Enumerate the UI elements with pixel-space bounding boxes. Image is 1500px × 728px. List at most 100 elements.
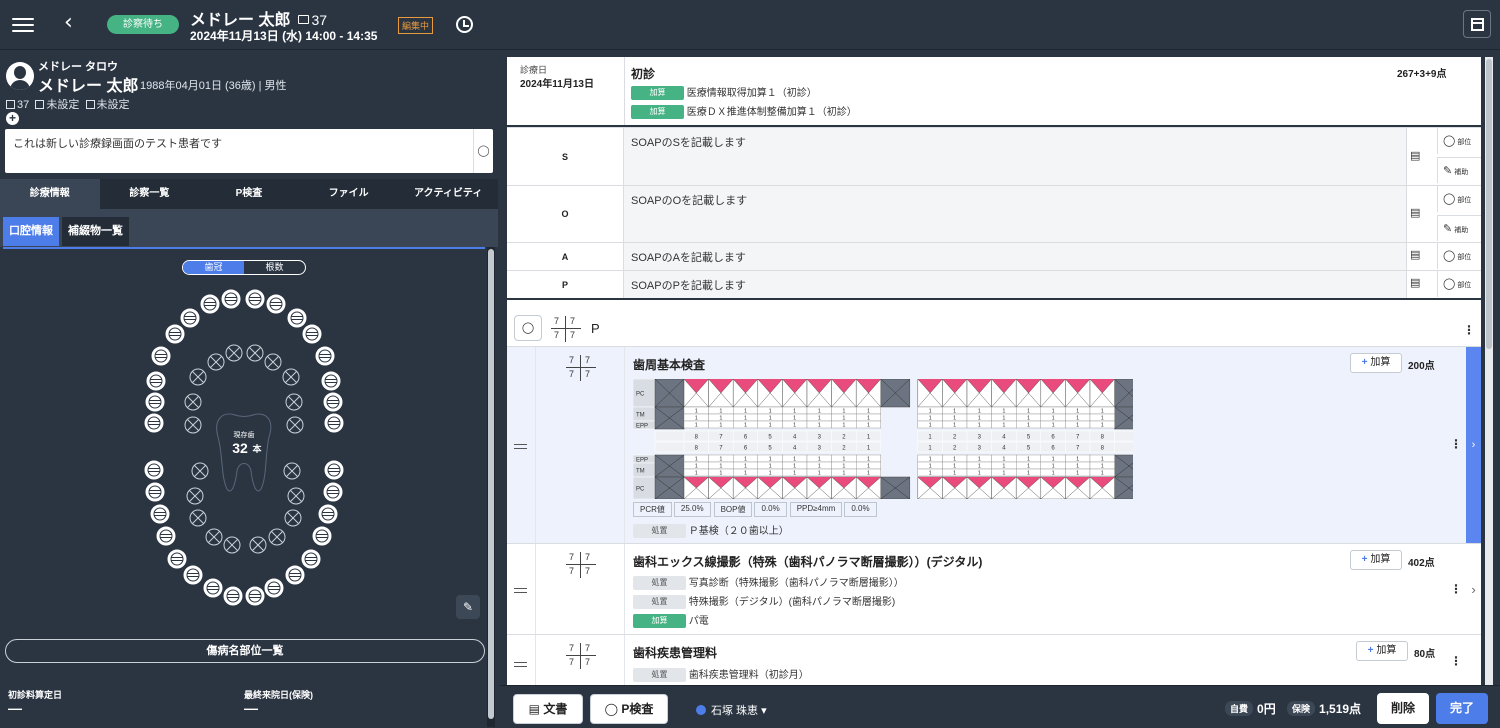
delete-button[interactable]: 削除 (1377, 693, 1429, 724)
pocket-depth-value[interactable]: 1 (769, 423, 772, 429)
pocket-depth-value[interactable]: 1 (953, 409, 956, 415)
pocket-depth-value[interactable]: 1 (1052, 423, 1055, 429)
pocket-depth-value[interactable]: 1 (1027, 464, 1030, 470)
pocket-depth-value[interactable]: 1 (793, 423, 796, 429)
pocket-depth-value[interactable]: 1 (719, 423, 722, 429)
tooth-icon[interactable] (144, 460, 164, 480)
more-icon[interactable]: ⋮ (1450, 654, 1462, 668)
soap-text[interactable]: SOAPのAを記載します (624, 243, 1406, 270)
back-icon[interactable]: ‹ (64, 10, 73, 35)
note-icon[interactable]: ▤ (1410, 149, 1430, 169)
tooth-icon[interactable] (287, 308, 307, 328)
pocket-depth-value[interactable]: 1 (695, 464, 698, 470)
tooth-icon[interactable] (245, 289, 265, 309)
deciduous-tooth-icon[interactable] (287, 487, 305, 505)
tooth-icon[interactable] (150, 504, 170, 524)
pocket-depth-value[interactable]: 1 (769, 457, 772, 463)
pocket-depth-value[interactable]: 1 (719, 416, 722, 422)
deciduous-tooth-icon[interactable] (283, 462, 301, 480)
pocket-depth-value[interactable]: 1 (1002, 416, 1005, 422)
deciduous-tooth-icon[interactable] (191, 462, 209, 480)
pocket-depth-value[interactable]: 1 (744, 471, 747, 477)
pocket-depth-value[interactable]: 1 (818, 409, 821, 415)
p-exam-button[interactable]: ◯ P検査 (590, 694, 668, 724)
pocket-depth-value[interactable]: 1 (1002, 457, 1005, 463)
pocket-depth-value[interactable]: 1 (1076, 457, 1079, 463)
tooth-icon[interactable] (315, 346, 335, 366)
pocket-depth-value[interactable]: 1 (1002, 464, 1005, 470)
note-icon[interactable]: ▤ (1410, 206, 1430, 226)
tooth-icon[interactable] (301, 549, 321, 569)
pocket-depth-value[interactable]: 1 (1052, 409, 1055, 415)
disease-site-list-button[interactable]: 傷病名部位一覧 (5, 639, 485, 663)
tooth-icon[interactable] (302, 324, 322, 344)
tooth-icon[interactable] (324, 460, 344, 480)
pocket-depth-value[interactable]: 1 (1002, 471, 1005, 477)
chevron-right-icon[interactable]: › (1466, 347, 1481, 544)
pocket-depth-value[interactable]: 1 (1101, 471, 1104, 477)
subtab-oral-info[interactable]: 口腔情報 (3, 217, 59, 246)
left-scrollbar[interactable] (487, 247, 495, 727)
pocket-depth-value[interactable]: 1 (978, 457, 981, 463)
assist-button[interactable]: ✎ 補助 (1437, 157, 1481, 183)
procedure-xray[interactable]: 77 77 歯科エックス線撮影（特殊（歯科パノラマ断層撮影））(デジタル) + 加… (507, 543, 1481, 634)
pocket-depth-value[interactable]: 1 (744, 409, 747, 415)
pocket-depth-value[interactable]: 1 (1002, 409, 1005, 415)
deciduous-tooth-icon[interactable] (264, 353, 282, 371)
pocket-depth-value[interactable]: 1 (978, 471, 981, 477)
tab-activity[interactable]: アクティビティ (398, 179, 498, 209)
pocket-depth-value[interactable]: 1 (978, 464, 981, 470)
assist-button[interactable]: ✎ 補助 (1437, 215, 1481, 241)
deciduous-tooth-icon[interactable] (184, 393, 202, 411)
note-icon[interactable]: ▤ (1410, 276, 1430, 296)
pocket-depth-value[interactable]: 1 (793, 457, 796, 463)
pocket-depth-value[interactable]: 1 (1076, 464, 1079, 470)
pocket-depth-value[interactable]: 1 (719, 471, 722, 477)
pocket-depth-value[interactable]: 1 (793, 464, 796, 470)
pocket-depth-value[interactable]: 1 (818, 416, 821, 422)
pocket-depth-value[interactable]: 1 (867, 471, 870, 477)
tooth-icon[interactable] (167, 549, 187, 569)
pocket-depth-value[interactable]: 1 (744, 423, 747, 429)
pocket-depth-value[interactable]: 1 (1076, 423, 1079, 429)
pocket-depth-value[interactable]: 1 (1052, 416, 1055, 422)
tooth-icon[interactable] (285, 565, 305, 585)
site-button[interactable]: ◯ 部位 (1437, 128, 1481, 154)
pocket-depth-value[interactable]: 1 (695, 457, 698, 463)
tooth-icon[interactable] (144, 413, 164, 433)
pocket-depth-value[interactable]: 1 (842, 457, 845, 463)
pocket-depth-value[interactable]: 1 (953, 423, 956, 429)
pocket-depth-value[interactable]: 1 (793, 409, 796, 415)
tooth-icon[interactable] (146, 371, 166, 391)
pocket-depth-value[interactable]: 1 (867, 409, 870, 415)
deciduous-tooth-icon[interactable] (268, 528, 286, 546)
tooth-icon[interactable] (323, 392, 343, 412)
pocket-depth-value[interactable]: 1 (929, 457, 932, 463)
more-icon[interactable]: ⋮ (1450, 582, 1462, 596)
tooth-icon[interactable] (324, 413, 344, 433)
patient-memo[interactable]: これは新しい診療録画面のテスト患者です ◯ (5, 129, 493, 173)
drag-handle-icon[interactable] (507, 635, 535, 685)
pocket-depth-value[interactable]: 1 (978, 416, 981, 422)
pocket-depth-value[interactable]: 1 (793, 471, 796, 477)
tooth-icon[interactable] (200, 294, 220, 314)
document-button[interactable]: ▤ 文書 (513, 694, 583, 724)
deciduous-tooth-icon[interactable] (189, 509, 207, 527)
pocket-depth-value[interactable]: 1 (842, 464, 845, 470)
tooth-icon[interactable] (203, 578, 223, 598)
pocket-depth-value[interactable]: 1 (842, 409, 845, 415)
pocket-depth-value[interactable]: 1 (695, 471, 698, 477)
more-icon[interactable]: ⋮ (1463, 323, 1475, 337)
note-icon[interactable]: ▤ (1410, 248, 1430, 268)
pocket-depth-value[interactable]: 1 (867, 457, 870, 463)
pocket-depth-value[interactable]: 1 (695, 416, 698, 422)
add-addition-button[interactable]: + 加算 (1350, 550, 1402, 570)
soap-text[interactable]: SOAPのOを記載します (624, 186, 1406, 242)
pocket-depth-value[interactable]: 1 (1076, 409, 1079, 415)
tooth-icon[interactable] (165, 324, 185, 344)
pocket-depth-value[interactable]: 1 (769, 409, 772, 415)
tab-clinical-info[interactable]: 診療情報 (0, 179, 100, 209)
deciduous-tooth-icon[interactable] (207, 353, 225, 371)
tooth-icon[interactable] (323, 482, 343, 502)
soap-text[interactable]: SOAPのPを記載します (624, 271, 1406, 298)
